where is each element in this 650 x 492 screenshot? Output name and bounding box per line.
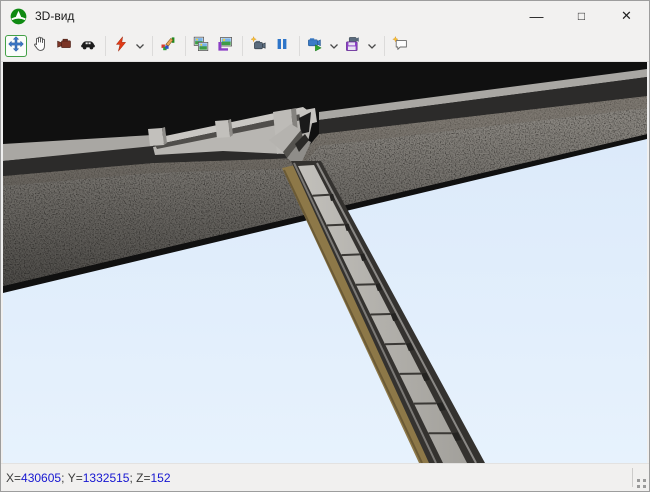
save-camera-icon <box>345 36 361 57</box>
toolbar-separator <box>152 36 153 56</box>
flythrough-camera-tool-button[interactable] <box>53 35 75 57</box>
save-camera-route-tool-button[interactable] <box>342 35 364 57</box>
minimize-button[interactable]: — <box>514 1 559 31</box>
hand-tool-button[interactable] <box>29 35 51 57</box>
toolbar <box>1 31 649 62</box>
close-button[interactable]: ✕ <box>604 1 649 31</box>
toolbar-separator <box>384 36 385 56</box>
toolbar-separator <box>185 36 186 56</box>
new-comment-tool-button[interactable] <box>389 35 411 57</box>
statusbar: X=430605; Y=1332515; Z=152 <box>1 463 649 491</box>
coord-separator: ; <box>61 471 68 485</box>
3d-view-window: 3D-вид — □ ✕ <box>0 0 650 492</box>
play-camera-icon <box>307 36 323 57</box>
new-comment-icon <box>392 36 408 57</box>
pick-object-tool-button[interactable] <box>157 35 179 57</box>
toolbar-separator <box>299 36 300 56</box>
coord-x-value: 430605 <box>21 471 61 485</box>
drive-car-tool-button[interactable] <box>77 35 99 57</box>
titlebar: 3D-вид — □ ✕ <box>1 1 649 31</box>
pick-object-icon <box>160 36 176 57</box>
coord-y-label: Y= <box>68 471 83 485</box>
hand-icon <box>32 36 48 57</box>
play-camera-route-tool-button[interactable] <box>304 35 326 57</box>
app-junction-icon <box>10 8 27 25</box>
resize-grip[interactable] <box>636 478 647 489</box>
lightning-dropdown-chevron[interactable] <box>134 35 146 57</box>
play-camera-dropdown-chevron[interactable] <box>328 35 340 57</box>
copy-image-icon <box>193 36 209 57</box>
coord-z-value: 152 <box>150 471 170 485</box>
screenshot-to-file-tool-button[interactable] <box>214 35 236 57</box>
new-camera-icon <box>250 36 266 57</box>
copy-image-tool-button[interactable] <box>190 35 212 57</box>
lightning-icon <box>113 36 129 57</box>
video-camera-icon <box>56 36 72 57</box>
statusbar-panel-separator <box>632 468 633 487</box>
toolbar-separator <box>105 36 106 56</box>
coord-separator: ; <box>129 471 136 485</box>
coord-z-label: Z= <box>136 471 150 485</box>
toolbar-separator <box>242 36 243 56</box>
pause-icon <box>274 36 290 57</box>
pan-tool-button[interactable] <box>5 35 27 57</box>
save-camera-dropdown-chevron[interactable] <box>366 35 378 57</box>
new-camera-tool-button[interactable] <box>247 35 269 57</box>
window-title: 3D-вид <box>35 9 74 23</box>
maximize-button[interactable]: □ <box>559 1 604 31</box>
image-monitor-icon <box>217 36 233 57</box>
3d-viewport[interactable] <box>1 62 649 463</box>
lightning-effects-tool-button[interactable] <box>110 35 132 57</box>
car-icon <box>80 36 96 57</box>
pause-tool-button[interactable] <box>271 35 293 57</box>
coord-x-label: X= <box>6 471 21 485</box>
coord-y-value: 1332515 <box>83 471 130 485</box>
pan-arrows-icon <box>8 36 24 57</box>
